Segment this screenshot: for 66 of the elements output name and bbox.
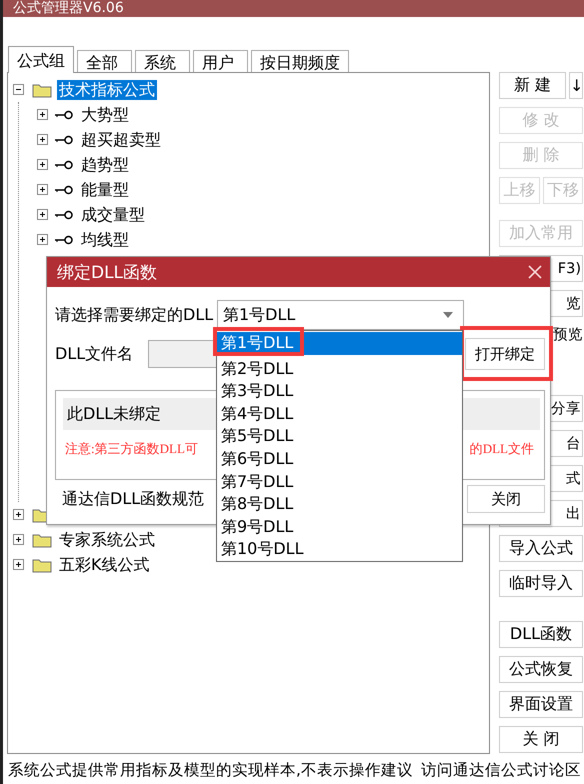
status-text: 系统公式提供常用指标及模型的实现样本,不表示操作建议 [8,760,413,781]
tab[interactable]: 公式组 [8,46,74,73]
warning-text: 的DLL文件 [470,440,534,458]
tree-item[interactable]: 均线型 [79,230,131,250]
dropdown-option[interactable]: 第3号DLL [217,380,462,403]
key-icon [54,110,74,120]
dropdown-option[interactable]: 第6号DLL [217,448,462,471]
expand-toggle-icon[interactable] [37,159,48,170]
expand-toggle-icon[interactable] [13,559,24,570]
expand-toggle-icon[interactable] [37,184,48,195]
folder-icon [32,532,52,548]
folder-icon [32,556,52,572]
expand-toggle-icon[interactable] [13,84,24,95]
caret-icon [443,312,453,318]
file-label: DLL文件名 [55,344,134,364]
side-button[interactable]: 公式恢复 [499,656,583,683]
tab[interactable]: 系统 [135,50,190,72]
close-icon[interactable] [528,265,542,279]
tree-item[interactable]: 五彩K线公式 [57,554,152,574]
tab[interactable]: 全部 [77,50,132,72]
side-button[interactable]: 关 闭 [499,726,583,753]
side-button[interactable]: ↓ [569,72,583,99]
dialog-title: 绑定DLL函数 [57,262,158,284]
dropdown-option[interactable]: 第4号DLL [217,402,462,426]
dropdown-option[interactable]: 第7号DLL [217,470,462,494]
tree-item[interactable]: 成交量型 [79,204,147,224]
spec-link[interactable]: 通达信DLL函数规范 [62,488,204,510]
key-icon [54,134,74,144]
expand-toggle-icon[interactable] [37,209,48,220]
key-icon [54,184,74,194]
side-button[interactable]: DLL函数 [499,621,583,648]
forum-link[interactable]: 访问通达信公式讨论区 [420,755,581,784]
folder-icon [32,82,52,98]
tab[interactable]: 用户 [193,50,248,72]
expand-toggle-icon[interactable] [37,109,48,120]
key-icon [54,160,74,170]
side-button[interactable]: 界面设置 [499,691,583,718]
expand-toggle-icon[interactable] [37,134,48,145]
tree-item[interactable]: 能量型 [79,180,131,200]
option-label: 预览 [552,326,583,345]
dropdown-option[interactable]: 第2号DLL [217,358,462,380]
open-bind-button[interactable]: 打开绑定 [465,338,545,370]
tree-item[interactable]: 超买超卖型 [79,130,163,150]
expand-toggle-icon[interactable] [13,509,24,520]
expand-toggle-icon[interactable] [13,534,24,545]
key-icon [54,210,74,220]
tree-item[interactable]: 技术指标公式 [57,80,157,100]
window-title: 公式管理器V6.06 [13,0,125,17]
bind-status: 此DLL未绑定 [67,404,162,424]
side-button[interactable]: 导入公式 [499,535,583,562]
side-button[interactable]: 新 建 [499,72,566,99]
dropdown-option[interactable]: 第8号DLL [217,493,462,516]
expand-toggle-icon[interactable] [37,234,48,245]
tree-item[interactable]: 趋势型 [79,154,131,174]
key-icon [54,234,74,244]
dropdown-option[interactable]: 第10号DLL [217,538,462,561]
dropdown-option[interactable]: 第9号DLL [217,516,462,538]
tree-item[interactable]: 大势型 [79,104,131,124]
dropdown-option[interactable]: 第1号DLL [217,332,462,355]
side-button[interactable]: 临时导入 [499,570,583,597]
warning-text: 注意:第三方函数DLL可 [65,440,198,458]
tree-item[interactable]: 专家系统公式 [57,530,157,550]
select-label: 请选择需要绑定的DLL [55,304,214,326]
tab[interactable]: 按日期频度 [251,50,349,72]
close-button[interactable]: 关闭 [467,485,545,513]
dropdown-option[interactable]: 第5号DLL [217,425,462,448]
